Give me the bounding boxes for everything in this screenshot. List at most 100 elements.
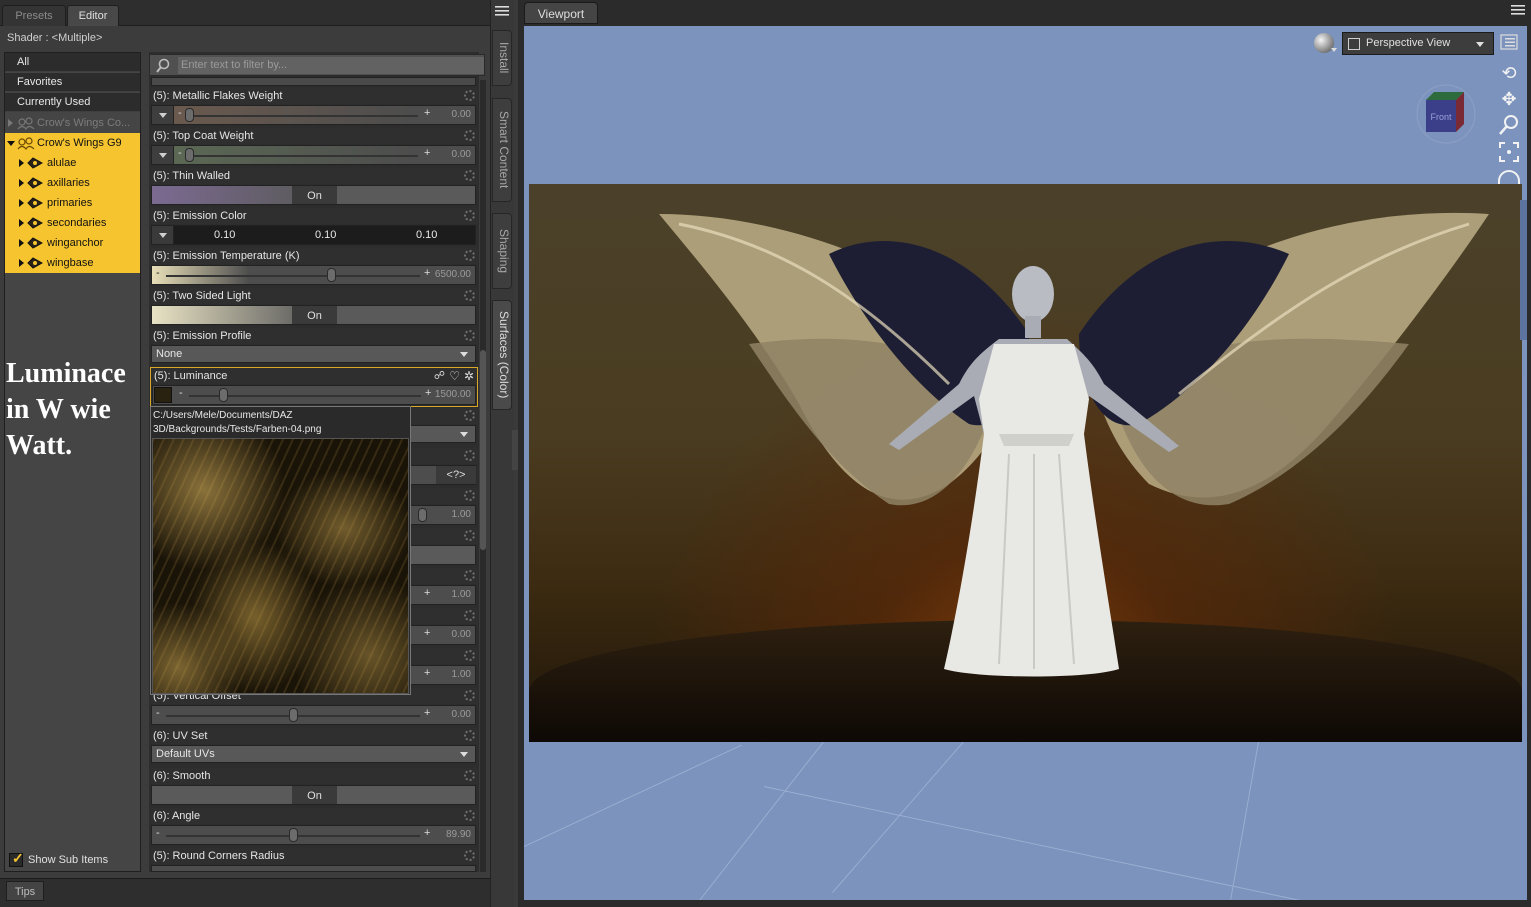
texture-thumbnail[interactable]: [154, 387, 172, 403]
plus-icon[interactable]: +: [424, 267, 430, 279]
plus-icon[interactable]: +: [424, 827, 430, 839]
metallic-flakes-weight-slider[interactable]: - + 0.00: [151, 105, 476, 125]
slider-thumb[interactable]: [289, 828, 298, 842]
slider-value[interactable]: 1.00: [452, 509, 471, 520]
link-icon[interactable]: ☍: [434, 368, 445, 384]
tab-tips[interactable]: Tips: [6, 881, 44, 901]
filter-input[interactable]: Enter text to filter by...: [178, 57, 484, 74]
tab-install[interactable]: Install: [492, 30, 512, 86]
plus-icon[interactable]: +: [425, 387, 431, 399]
tree-item-secondaries[interactable]: secondaries: [5, 213, 140, 233]
minus-icon[interactable]: -: [179, 387, 183, 399]
category-favorites[interactable]: Favorites: [5, 73, 140, 92]
slider-value[interactable]: 1.00: [452, 589, 471, 600]
gear-icon[interactable]: [464, 330, 475, 341]
tree-item-primaries[interactable]: primaries: [5, 193, 140, 213]
view-cube[interactable]: Front: [1416, 84, 1476, 144]
gear-icon[interactable]: [464, 530, 475, 541]
top-coat-weight-slider[interactable]: - + 0.00: [151, 145, 476, 165]
expand-arrow-icon[interactable]: [19, 159, 24, 167]
minus-icon[interactable]: -: [156, 827, 160, 839]
minus-icon[interactable]: -: [178, 107, 182, 119]
slider-value[interactable]: 89.90: [446, 829, 471, 840]
minus-icon[interactable]: -: [156, 707, 160, 719]
vertical-offset-slider[interactable]: - + 0.00: [151, 705, 476, 725]
gear-icon[interactable]: [464, 810, 475, 821]
slider-thumb[interactable]: [327, 268, 336, 282]
heart-icon[interactable]: ♡: [449, 368, 460, 384]
gear-icon[interactable]: [464, 170, 475, 181]
slider-track[interactable]: [166, 275, 420, 277]
plus-icon[interactable]: +: [424, 667, 430, 679]
frame-icon[interactable]: [1498, 141, 1520, 163]
toggle-on-button[interactable]: On: [292, 306, 337, 324]
map-menu-button[interactable]: [152, 106, 174, 124]
slider-value[interactable]: 0.00: [452, 149, 471, 160]
slider-thumb[interactable]: [185, 108, 194, 122]
expand-arrow-icon[interactable]: [19, 239, 24, 247]
gear-icon[interactable]: [464, 730, 475, 741]
slider-thumb[interactable]: [289, 708, 298, 722]
properties-scrollbar[interactable]: [480, 80, 486, 872]
gear-icon[interactable]: [464, 610, 475, 621]
smooth-toggle[interactable]: On: [151, 785, 476, 805]
gear-icon[interactable]: [464, 210, 475, 221]
luminance-slider[interactable]: - + 1500.00: [152, 385, 476, 405]
gear-icon[interactable]: [464, 570, 475, 581]
zoom-icon[interactable]: [1498, 114, 1520, 136]
tree-item-crows-wings-g9[interactable]: Crow's Wings G9: [5, 133, 140, 153]
slider-row-partial[interactable]: [151, 77, 476, 86]
viewport-pane-menu-icon[interactable]: [1511, 4, 1525, 16]
slider-track[interactable]: [188, 155, 418, 157]
gear-icon[interactable]: [464, 250, 475, 261]
map-menu-button[interactable]: [152, 146, 174, 164]
toggle-on-button[interactable]: On: [292, 186, 337, 204]
gear-icon[interactable]: [464, 770, 475, 781]
minus-icon[interactable]: -: [178, 147, 182, 159]
toggle-on-button[interactable]: On: [292, 786, 337, 804]
gear-icon[interactable]: [464, 290, 475, 301]
collapse-arrow-icon[interactable]: [7, 141, 15, 146]
expand-arrow-icon[interactable]: [19, 259, 24, 267]
gear-icon[interactable]: [464, 410, 475, 421]
category-currently-used[interactable]: Currently Used: [5, 93, 140, 112]
plus-icon[interactable]: +: [424, 627, 430, 639]
slider-thumb[interactable]: [418, 508, 427, 522]
tab-editor[interactable]: Editor: [67, 5, 119, 26]
plus-icon[interactable]: +: [424, 707, 430, 719]
uv-set-select[interactable]: Default UVs: [151, 745, 476, 763]
minus-icon[interactable]: -: [156, 267, 160, 279]
gear-icon[interactable]: [464, 690, 475, 701]
orbit-icon[interactable]: ⟲: [1498, 62, 1520, 84]
tab-smart-content[interactable]: Smart Content: [492, 98, 512, 202]
tree-item-wingbase[interactable]: wingbase: [5, 253, 140, 273]
color-g-value[interactable]: 0.10: [315, 229, 336, 241]
gear-icon[interactable]: ✲: [464, 368, 474, 384]
gear-icon[interactable]: [464, 850, 475, 861]
plus-icon[interactable]: +: [424, 147, 430, 159]
tab-presets[interactable]: Presets: [2, 5, 66, 26]
tab-surfaces[interactable]: Surfaces (Color): [492, 300, 512, 410]
tree-item-winganchor[interactable]: winganchor: [5, 233, 140, 253]
tree-item-axillaries[interactable]: axillaries: [5, 173, 140, 193]
tree-item-alulae[interactable]: alulae: [5, 153, 140, 173]
plus-icon[interactable]: +: [424, 587, 430, 599]
gear-icon[interactable]: [464, 130, 475, 141]
chevron-down-icon[interactable]: [1331, 48, 1337, 52]
scrollbar-thumb[interactable]: [480, 350, 486, 550]
pane-menu-icon[interactable]: [495, 5, 509, 17]
plus-icon[interactable]: +: [424, 107, 430, 119]
gear-icon[interactable]: [464, 450, 475, 461]
tree-item-crows-wings-co[interactable]: Crow's Wings Co...: [5, 113, 140, 133]
slider-value[interactable]: 0.00: [452, 709, 471, 720]
expand-arrow-icon[interactable]: [19, 179, 24, 187]
slider-track[interactable]: [188, 115, 418, 117]
gear-icon[interactable]: [464, 650, 475, 661]
gear-icon[interactable]: [464, 490, 475, 501]
color-b-value[interactable]: 0.10: [416, 229, 437, 241]
slider-value[interactable]: 6500.00: [435, 269, 471, 280]
slider-value[interactable]: 1.00: [452, 669, 471, 680]
search-icon[interactable]: [155, 58, 171, 74]
gear-icon[interactable]: [464, 90, 475, 101]
category-all[interactable]: All: [5, 53, 140, 72]
